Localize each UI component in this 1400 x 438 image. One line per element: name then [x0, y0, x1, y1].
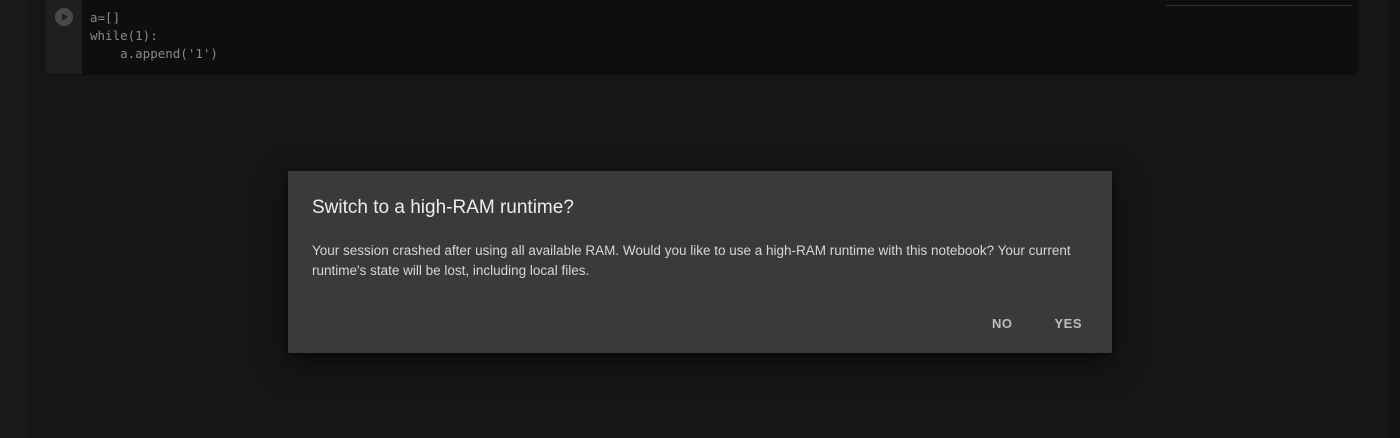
dialog-title: Switch to a high-RAM runtime?: [312, 197, 574, 218]
yes-button[interactable]: YES: [1046, 312, 1090, 335]
no-button[interactable]: NO: [984, 312, 1021, 335]
dialog-message: Your session crashed after using all ava…: [312, 243, 1071, 278]
notebook-page: a=[] while(1): a.append('1') Switch to a …: [0, 0, 1400, 438]
high-ram-dialog: Switch to a high-RAM runtime? Your sessi…: [288, 171, 1112, 353]
dialog-actions: NO YES: [984, 312, 1090, 335]
